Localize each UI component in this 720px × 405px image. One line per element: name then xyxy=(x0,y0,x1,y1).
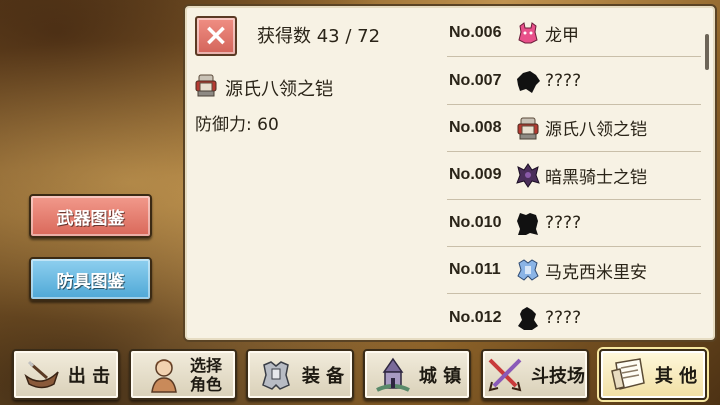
defense-value: 防御力: 60 xyxy=(195,115,279,135)
list-item[interactable]: No.009 暗黑骑士之铠 xyxy=(447,152,701,200)
item-number: No.011 xyxy=(449,261,501,279)
selected-item-name-text: 源氏八领之铠 xyxy=(225,78,333,100)
close-icon: × xyxy=(203,18,229,53)
nav-town-label: 城 镇 xyxy=(418,365,462,387)
crossed-swords-icon xyxy=(485,355,525,395)
armor-encyclopedia-button[interactable]: 防具图鉴 xyxy=(29,257,152,301)
item-name: 暗黑骑士之铠 xyxy=(545,167,647,188)
unknown-silhouette-icon xyxy=(513,66,543,96)
unknown-silhouette-icon xyxy=(513,303,543,333)
nav-select-character-button[interactable]: 选择 角色 xyxy=(129,349,237,400)
nav-select-line2: 角色 xyxy=(189,374,222,394)
nav-sortie-label: 出 击 xyxy=(67,365,111,387)
nav-other-button[interactable]: 其 他 xyxy=(599,349,707,400)
nav-select-line1: 选择 xyxy=(189,355,222,375)
weapon-encyclopedia-button[interactable]: 武器图鉴 xyxy=(29,194,152,238)
selected-item-name: 源氏八领之铠 xyxy=(193,72,333,103)
bottom-nav: 出 击 选择 角色 装 备 城 镇 斗技场 其 他 xyxy=(0,347,720,405)
armor-encyclopedia-panel: × 获得数 43 / 72 源氏八领之铠 防御力: 60 No.006 龙甲 N… xyxy=(183,4,717,342)
list-item[interactable]: No.011 马克西米里安 xyxy=(447,247,701,295)
character-portrait-icon xyxy=(144,355,184,395)
close-button[interactable]: × xyxy=(195,16,237,56)
item-name: ???? xyxy=(545,70,582,91)
list-item[interactable]: No.006 龙甲 xyxy=(447,10,701,58)
item-name: ???? xyxy=(545,212,582,233)
nav-town-button[interactable]: 城 镇 xyxy=(363,349,471,400)
list-scrollbar[interactable] xyxy=(705,34,709,70)
nav-arena-label: 斗技场 xyxy=(531,365,585,387)
weapon-encyclopedia-label: 武器图鉴 xyxy=(56,208,125,229)
item-number: No.012 xyxy=(449,309,502,327)
item-name: 源氏八领之铠 xyxy=(545,120,647,141)
list-item[interactable]: No.007 ???? xyxy=(447,57,701,105)
nav-arena-button[interactable]: 斗技场 xyxy=(481,349,589,400)
unknown-silhouette-icon xyxy=(513,208,543,238)
samurai-armor-icon xyxy=(193,72,219,103)
armor-encyclopedia-label: 防具图鉴 xyxy=(56,271,125,292)
item-name: 马克西米里安 xyxy=(545,262,647,283)
item-name: 龙甲 xyxy=(545,25,579,46)
list-item[interactable]: No.008 源氏八领之铠 xyxy=(447,105,701,153)
item-number: No.008 xyxy=(449,118,502,136)
item-name: ???? xyxy=(545,308,582,329)
list-item[interactable]: No.012 ???? xyxy=(447,294,701,341)
collected-count: 获得数 43 / 72 xyxy=(257,26,381,47)
item-number: No.007 xyxy=(449,71,502,89)
armor-list[interactable]: No.006 龙甲 No.007 ???? No.008 源氏八领之铠 No.0… xyxy=(447,10,701,342)
blue-armor-icon xyxy=(513,255,543,285)
sortie-boat-icon xyxy=(22,355,62,395)
pink-dragon-armor-icon xyxy=(513,18,543,48)
samurai-armor-icon xyxy=(513,113,543,143)
scroll-note-icon xyxy=(609,355,649,395)
town-castle-icon xyxy=(373,355,413,395)
item-number: No.006 xyxy=(449,24,502,42)
nav-sortie-button[interactable]: 出 击 xyxy=(12,349,120,400)
nav-equip-label: 装 备 xyxy=(301,365,345,387)
list-item[interactable]: No.010 ???? xyxy=(447,200,701,247)
nav-select-character-label: 选择 角色 xyxy=(190,356,222,394)
item-number: No.010 xyxy=(449,213,502,231)
nav-other-label: 其 他 xyxy=(654,365,698,387)
item-number: No.009 xyxy=(449,166,502,184)
dark-knight-armor-icon xyxy=(513,160,543,190)
armor-equip-icon xyxy=(256,355,296,395)
nav-equip-button[interactable]: 装 备 xyxy=(246,349,354,400)
